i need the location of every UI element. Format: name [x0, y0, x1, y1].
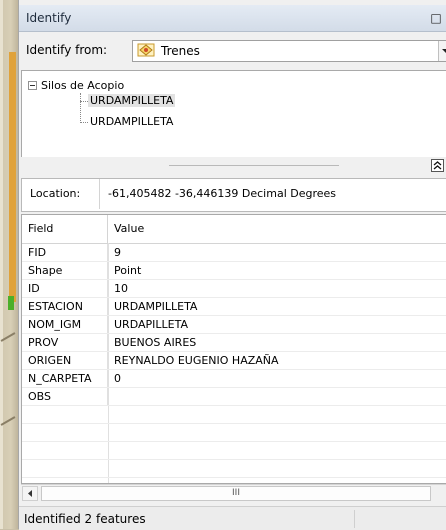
location-label: Location: [22, 179, 100, 209]
double-chevron-up-icon [433, 161, 442, 170]
attribute-grid[interactable]: Field Value FID 9 Shape Point ID 10 ESTA… [21, 214, 446, 484]
scrollbar-thumb[interactable]: III [41, 486, 431, 501]
table-row[interactable]: Shape Point [22, 262, 446, 280]
map-feature-green [8, 296, 14, 310]
tree-connector [80, 122, 88, 123]
status-text: Identified 2 features [24, 512, 146, 526]
tree-connector [80, 101, 88, 102]
table-row[interactable]: ORIGEN REYNALDO EUGENIO HAZAÑA [22, 352, 446, 370]
status-bar: Identified 2 features [19, 506, 446, 530]
table-row[interactable]: NOM_IGM URDAPILLETA [22, 316, 446, 334]
tree-item-label: URDAMPILLETA [90, 115, 174, 128]
identify-window: Identify □ Identify from: Trenes Silos d… [18, 0, 446, 530]
field-name: Shape [22, 262, 108, 279]
expand-up-icon[interactable] [431, 159, 444, 172]
table-row[interactable]: FID 9 [22, 244, 446, 262]
tree-item-label: URDAMPILLETA [88, 94, 176, 107]
field-value: URDAMPILLETA [114, 300, 198, 313]
field-name: N_CARPETA [22, 370, 108, 387]
scroll-left-icon[interactable] [22, 486, 38, 501]
field-value: Point [114, 264, 142, 277]
table-row[interactable]: OBS [22, 388, 446, 406]
title-bar[interactable]: Identify □ [19, 5, 446, 32]
status-divider [354, 510, 355, 528]
empty-row [22, 424, 446, 442]
field-name: PROV [22, 334, 108, 351]
field-name: NOM_IGM [22, 316, 108, 333]
table-row[interactable]: PROV BUENOS AIRES [22, 334, 446, 352]
identify-from-label: Identify from: [26, 43, 108, 57]
map-background [0, 0, 18, 529]
field-value: 9 [114, 246, 121, 259]
table-row[interactable]: ID 10 [22, 280, 446, 298]
identify-from-dropdown[interactable]: Trenes [132, 40, 446, 62]
grid-header: Field Value [22, 215, 446, 244]
column-header-field[interactable]: Field [22, 215, 108, 243]
empty-row [22, 442, 446, 460]
table-row[interactable]: N_CARPETA 0 [22, 370, 446, 388]
identify-from-row: Identify from: Trenes [19, 31, 446, 67]
field-name: ID [22, 280, 108, 297]
tree-connector [80, 93, 81, 123]
map-road [0, 0, 3, 529]
empty-row [22, 460, 446, 478]
chevron-down-icon[interactable] [438, 41, 446, 61]
collapse-icon[interactable] [28, 81, 37, 90]
field-value: URDAPILLETA [114, 318, 188, 331]
horizontal-scrollbar[interactable]: III [21, 484, 446, 502]
field-name: ESTACION [22, 298, 108, 315]
location-value: -61,405482 -36,446139 Decimal Degrees [108, 187, 337, 200]
field-value: 0 [114, 372, 121, 385]
results-tree[interactable]: Silos de Acopio URDAMPILLETA URDAMPILLET… [21, 70, 446, 158]
empty-row [22, 406, 446, 424]
panel-splitter[interactable] [19, 157, 446, 175]
field-value: BUENOS AIRES [114, 336, 197, 349]
splitter-grip[interactable] [169, 165, 339, 166]
pin-icon[interactable]: □ [429, 11, 443, 25]
column-header-value[interactable]: Value [114, 215, 144, 243]
location-row: Location: -61,405482 -36,446139 Decimal … [21, 178, 446, 212]
window-title: Identify [26, 11, 72, 25]
field-value: REYNALDO EUGENIO HAZAÑA [114, 354, 279, 367]
field-value: 10 [114, 282, 128, 295]
map-feature-orange [9, 52, 16, 302]
field-name: FID [22, 244, 108, 261]
tree-group-label: Silos de Acopio [41, 79, 125, 92]
table-row[interactable]: ESTACION URDAMPILLETA [22, 298, 446, 316]
chevron-down-icon [442, 49, 446, 53]
field-name: ORIGEN [22, 352, 108, 369]
layer-icon [137, 43, 155, 57]
field-name: OBS [22, 388, 108, 405]
chevron-left-icon [28, 490, 32, 497]
identify-from-value: Trenes [161, 44, 200, 58]
